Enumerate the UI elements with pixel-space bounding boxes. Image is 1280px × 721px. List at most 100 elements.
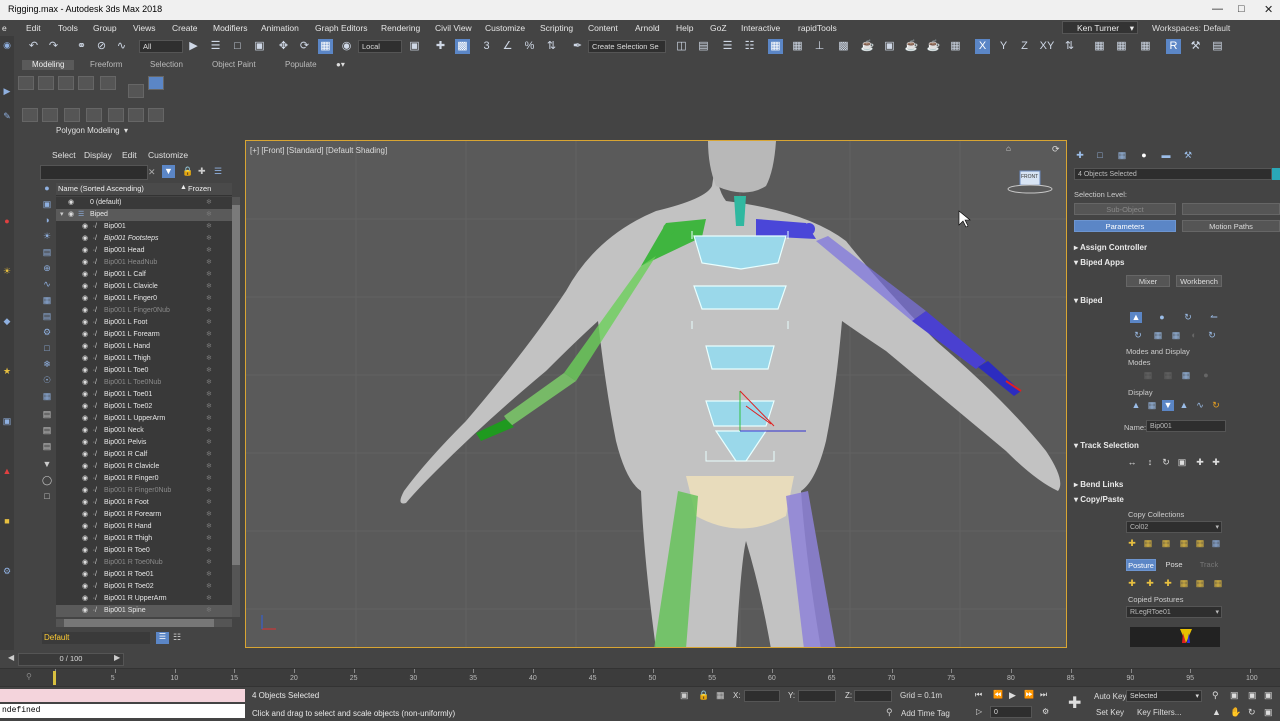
visibility-icon[interactable]: ◉: [82, 365, 88, 377]
utilities-tab-icon[interactable]: ⚒: [1182, 150, 1194, 161]
workbench-button[interactable]: Workbench: [1176, 275, 1222, 287]
explorer-vertical-scrollbar[interactable]: [232, 197, 240, 617]
freeze-icon[interactable]: ❄: [206, 437, 212, 449]
layers-icon[interactable]: ☰: [214, 166, 222, 177]
visibility-icon[interactable]: ◉: [82, 233, 88, 245]
set-key-button[interactable]: Set Key: [1096, 708, 1124, 717]
tree-row[interactable]: ◉ ∙/ Bip001 R Forearm ❄: [56, 509, 232, 521]
tree-row[interactable]: ◉ ∙/ Bip001 HeadNub ❄: [56, 257, 232, 269]
column-frozen[interactable]: Frozen: [188, 184, 211, 193]
user-account-dropdown[interactable]: Ken Turner ▾: [1062, 21, 1138, 34]
visibility-icon[interactable]: ◉: [82, 569, 88, 581]
tree-row[interactable]: ◉ ∙/ Bip001 R Foot ❄: [56, 497, 232, 509]
viewport-label[interactable]: [+] [Front] [Standard] [Default Shading]: [250, 146, 387, 155]
tree-row[interactable]: ◉ ∙/ Bip001 L Toe0 ❄: [56, 365, 232, 377]
key-set-dropdown[interactable]: Selected ▾: [1126, 690, 1202, 702]
save-file-icon[interactable]: ▦: [1152, 330, 1164, 341]
reference-coordinate-dropdown[interactable]: Local: [358, 40, 402, 53]
y-coordinate-field[interactable]: [798, 690, 836, 702]
delete-all-collections-icon[interactable]: ▦: [1194, 538, 1206, 549]
visibility-icon[interactable]: ◉: [82, 485, 88, 497]
tree-row[interactable]: ◉ ∙/ Bip001 R Clavicle ❄: [56, 461, 232, 473]
tree-row[interactable]: ◉ ∙/ Bip001 R Finger0 ❄: [56, 473, 232, 485]
ribbon-btn-9[interactable]: [42, 108, 58, 122]
spinner-snap-icon[interactable]: ⇅: [544, 39, 559, 54]
menu-edit[interactable]: Edit: [26, 23, 41, 33]
named-selection-sets-dropdown[interactable]: Create Selection Se: [588, 40, 666, 53]
tree-row[interactable]: ◉ ∙/ Bip001 L Thigh ❄: [56, 353, 232, 365]
buffer-mode-icon[interactable]: ▦: [1142, 370, 1154, 381]
motion-flow-icon[interactable]: ↻: [1182, 312, 1194, 323]
set-key-icon[interactable]: ✚: [1068, 693, 1081, 713]
arnold-icon[interactable]: ▦: [948, 39, 963, 54]
filter-keys-icon[interactable]: ⚲: [26, 672, 32, 681]
freeze-icon[interactable]: ❄: [206, 449, 212, 461]
rapidtools-icon[interactable]: R: [1166, 39, 1181, 54]
objects-display-icon[interactable]: ▲: [1130, 400, 1142, 411]
time-config-icon[interactable]: ⚙: [1042, 707, 1049, 716]
maxscript-listener-upper[interactable]: [0, 689, 245, 702]
render-setup-icon[interactable]: ☕: [860, 39, 875, 54]
place-icon[interactable]: ◉: [339, 39, 354, 54]
rotate-icon[interactable]: ⟳: [297, 39, 312, 54]
ribbon-panel-label[interactable]: Polygon Modeling: [56, 126, 120, 135]
undo-icon[interactable]: ↶: [26, 39, 41, 54]
tree-row[interactable]: ◉ ∙/ Bip001 Pelvis ❄: [56, 437, 232, 449]
select-by-name-icon[interactable]: ☰: [208, 39, 223, 54]
visibility-icon[interactable]: ◉: [82, 305, 88, 317]
visibility-icon[interactable]: ◉: [82, 461, 88, 473]
xref-filter-icon[interactable]: ▤: [41, 311, 53, 322]
ribbon-btn-3[interactable]: [58, 76, 74, 90]
sort-by-layer-icon[interactable]: ☰: [156, 632, 169, 644]
window-crossing-icon[interactable]: ▣: [252, 39, 267, 54]
maximize-viewport-icon[interactable]: ▣: [1264, 707, 1273, 718]
find-icon[interactable]: ▼: [41, 459, 53, 470]
visibility-icon[interactable]: ◉: [82, 317, 88, 329]
menu-group[interactable]: Group: [93, 23, 117, 33]
mixer-button[interactable]: Mixer: [1126, 275, 1170, 287]
shape-filter-icon[interactable]: ◑: [41, 215, 53, 226]
fov-icon[interactable]: ▲: [1212, 707, 1221, 717]
mixer-mode-icon[interactable]: ↼: [1208, 312, 1220, 323]
menu-create[interactable]: Create: [172, 23, 198, 33]
visibility-icon[interactable]: ◉: [82, 425, 88, 437]
tree-row[interactable]: ◉ 0 (default) ❄: [56, 197, 232, 209]
freeze-icon[interactable]: ❄: [206, 365, 212, 377]
figure-mode-icon[interactable]: ▲: [1130, 312, 1142, 323]
ribbon-btn-8[interactable]: [22, 108, 38, 122]
select-manipulate-icon[interactable]: ✚: [433, 39, 448, 54]
viewport-front[interactable]: [+] [Front] [Standard] [Default Shading]…: [245, 140, 1067, 648]
visibility-icon[interactable]: ◉: [82, 353, 88, 365]
ribbon-options-icon[interactable]: ●▾: [336, 60, 345, 69]
rendered-frame-icon[interactable]: ▣: [882, 39, 897, 54]
visibility-icon[interactable]: ◉: [82, 401, 88, 413]
opposite-icon[interactable]: ✚: [1210, 457, 1222, 468]
freeze-icon[interactable]: ❄: [206, 269, 212, 281]
panel-icon[interactable]: ▤: [1210, 39, 1225, 54]
next-key-icon[interactable]: ⏩: [1024, 690, 1034, 699]
curve-editor-icon[interactable]: ▦: [790, 39, 805, 54]
collapse-arrow-icon[interactable]: ▾: [60, 209, 64, 221]
freeze-icon[interactable]: ❄: [206, 245, 212, 257]
time-marker[interactable]: [53, 671, 56, 685]
chevron-down-icon[interactable]: ▾: [124, 126, 128, 135]
helper-icon[interactable]: ★: [1, 366, 13, 377]
bind-space-warp-icon[interactable]: ∿: [114, 39, 129, 54]
object-name-field[interactable]: 4 Objects Selected: [1074, 168, 1272, 180]
freeze-icon[interactable]: ❄: [206, 221, 212, 233]
delete-collection-icon[interactable]: ▦: [1178, 538, 1190, 549]
render-iterative-icon[interactable]: ☕: [926, 39, 941, 54]
in-place-icon[interactable]: ●: [1200, 370, 1212, 381]
snap-icon[interactable]: ◉: [1, 40, 13, 51]
biped-name-field[interactable]: Bip001: [1146, 420, 1226, 432]
object-icon[interactable]: ◆: [1, 316, 13, 327]
symmetrical-icon[interactable]: ✚: [1194, 457, 1206, 468]
paste-posture-icon[interactable]: ✚: [1144, 578, 1156, 589]
ribbon-btn-4[interactable]: [78, 76, 94, 90]
bone-filter-icon[interactable]: ⚙: [41, 327, 53, 338]
ribbon-btn-6[interactable]: [128, 84, 144, 98]
ribbon-btn-5[interactable]: [100, 76, 116, 90]
edit-named-selection-icon[interactable]: ✒: [570, 39, 585, 54]
isolate-icon[interactable]: ▣: [680, 690, 689, 701]
zoom-icon[interactable]: ⚲: [1212, 690, 1219, 701]
